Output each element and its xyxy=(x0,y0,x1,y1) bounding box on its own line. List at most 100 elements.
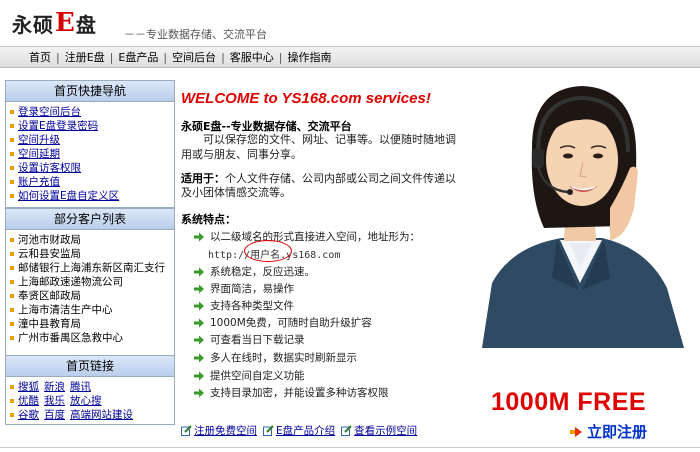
client-item: 云和县安监局 xyxy=(6,247,174,261)
feature-text: 多人在线时，数据实时刷新显示 xyxy=(210,352,357,364)
edit-icon xyxy=(181,425,192,436)
nav-space-admin[interactable]: 空间后台 xyxy=(167,49,221,65)
link-fangxinsou[interactable]: 放心搜 xyxy=(70,394,102,408)
feature-item: 多人在线时，数据实时刷新显示 xyxy=(194,350,357,365)
arrow-right-icon xyxy=(194,335,204,344)
quick-nav-item[interactable]: 登录空间后台 xyxy=(6,105,174,119)
feature-item: 支持目录加密，并能设置多种访客权限 xyxy=(194,385,389,400)
quick-nav-item[interactable]: 账户充值 xyxy=(6,175,174,189)
client-item: 上海市清洁生产中心 xyxy=(6,303,174,317)
bullet-icon xyxy=(10,238,14,242)
site-logo[interactable]: 永硕 E 盘 xyxy=(12,8,97,38)
bullet-icon xyxy=(10,336,14,340)
quick-nav-link[interactable]: 空间延期 xyxy=(18,147,60,161)
nav-home[interactable]: 首页 xyxy=(24,49,56,65)
link-sina[interactable]: 新浪 xyxy=(44,380,65,394)
client-list-box: 部分客户列表 河池市财政局 云和县安监局 邮储银行上海浦东新区南汇支行 上海邮政速递物… xyxy=(5,208,175,356)
bullet-icon xyxy=(10,280,14,284)
suitable-for: 适用于：个人文件存储、公司内部或公司之间文件传递以及小团体情感交流等。 xyxy=(181,172,466,200)
bullet-icon xyxy=(10,294,14,298)
feature-text: 可查看当日下载记录 xyxy=(210,334,305,346)
bullet-icon xyxy=(10,124,14,128)
bottom-link-products[interactable]: E盘产品介绍 xyxy=(263,423,335,438)
client-name: 奉贤区邮政局 xyxy=(18,290,81,302)
feature-text: 1000M免费，可随时自助升级扩容 xyxy=(210,317,372,329)
register-now-label: 立即注册 xyxy=(587,423,648,441)
free-space-promo: 1000M FREE xyxy=(491,388,647,416)
client-name: 河池市财政局 xyxy=(18,234,81,246)
quick-nav-item[interactable]: 如何设置E盘自定义区 xyxy=(6,189,174,203)
bullet-icon xyxy=(10,252,14,256)
feature-text: 系统稳定，反应迅速。 xyxy=(210,266,315,278)
nav-support[interactable]: 客服中心 xyxy=(225,49,279,65)
client-item: 上海邮政速递物流公司 xyxy=(6,275,174,289)
client-name: 上海市清洁生产中心 xyxy=(18,304,113,316)
client-item: 广州市番禺区急救中心 xyxy=(6,331,174,345)
quick-nav-link[interactable]: 设置E盘登录密码 xyxy=(18,119,98,133)
features-title: 系统特点： xyxy=(181,213,236,226)
nav-products[interactable]: E盘产品 xyxy=(113,49,163,65)
suitable-label: 适用于： xyxy=(181,172,225,185)
quick-nav-link[interactable]: 如何设置E盘自定义区 xyxy=(18,189,119,203)
client-item: 邮储银行上海浦东新区南汇支行 xyxy=(6,261,174,275)
feature-item: 以二级域名的形式直接进入空间，地址形为： xyxy=(194,229,420,244)
feature-item: 系统稳定，反应迅速。 xyxy=(194,264,315,279)
welcome-heading: WELCOME to YS168.com services! xyxy=(181,90,431,107)
bottom-link-example[interactable]: 查看示例空间 xyxy=(341,423,417,438)
bullet-icon xyxy=(10,110,14,114)
nav-register[interactable]: 注册E盘 xyxy=(60,49,110,65)
client-name: 邮储银行上海浦东新区南汇支行 xyxy=(18,262,165,274)
arrow-right-icon xyxy=(194,232,204,241)
bullet-icon xyxy=(10,180,14,184)
quick-nav-link[interactable]: 设置访客权限 xyxy=(18,161,81,175)
quick-nav-box: 首页快捷导航 登录空间后台 设置E盘登录密码 空间升级 空间延期 设置访客权限 账户充值如… xyxy=(5,80,175,208)
arrow-right-icon xyxy=(194,318,204,327)
link-sohu[interactable]: 搜狐 xyxy=(18,380,39,394)
feature-text: 以二级域名的形式直接进入空间，地址形为： xyxy=(210,231,420,243)
quick-nav-link[interactable]: 账户充值 xyxy=(18,175,60,189)
feature-text: 支持目录加密，并能设置多种访客权限 xyxy=(210,387,389,399)
username-highlight-circle xyxy=(244,240,292,262)
arrow-right-icon xyxy=(194,301,204,310)
bullet-icon xyxy=(10,385,14,389)
link-youku[interactable]: 优酷 xyxy=(18,394,39,408)
link-tencent[interactable]: 腾讯 xyxy=(70,380,91,394)
quick-nav-item[interactable]: 空间升级 xyxy=(6,133,174,147)
arrow-right-icon xyxy=(194,267,204,276)
quick-nav-item[interactable]: 设置访客权限 xyxy=(6,161,174,175)
slogan: －－专业数据存储、交流平台 xyxy=(124,28,267,41)
feature-text: 界面简洁，易操作 xyxy=(210,283,294,295)
quick-nav-item[interactable]: 设置E盘登录密码 xyxy=(6,119,174,133)
bullet-icon xyxy=(10,138,14,142)
client-item: 潼中县教育局 xyxy=(6,317,174,331)
main-nav: 首页 | 注册E盘 | E盘产品 | 空间后台 | 客服中心 | 操作指南 xyxy=(0,46,700,68)
quick-nav-link[interactable]: 登录空间后台 xyxy=(18,105,81,119)
feature-item: 可查看当日下载记录 xyxy=(194,332,305,347)
feature-text: 支持各种类型文件 xyxy=(210,300,294,312)
client-name: 上海邮政速递物流公司 xyxy=(18,276,123,288)
feature-item: 1000M免费，可随时自助升级扩容 xyxy=(194,315,372,330)
nav-guide[interactable]: 操作指南 xyxy=(283,49,337,65)
feature-item: 界面简洁，易操作 xyxy=(194,281,294,296)
link-56[interactable]: 我乐 xyxy=(44,394,65,408)
link-row: 谷歌 百度 高端网站建设 xyxy=(6,408,174,422)
bottom-link-register[interactable]: 注册免费空间 xyxy=(181,423,257,438)
bullet-icon xyxy=(10,166,14,170)
logo-text-2: 盘 xyxy=(75,12,97,37)
link-row: 优酷 我乐 放心搜 xyxy=(6,394,174,408)
feature-item: 提供空间自定义功能 xyxy=(194,368,305,383)
quick-nav-title: 首页快捷导航 xyxy=(6,81,174,102)
link-baidu[interactable]: 百度 xyxy=(44,408,65,422)
client-name: 潼中县教育局 xyxy=(18,318,81,330)
quick-nav-link[interactable]: 空间升级 xyxy=(18,133,60,147)
link-google[interactable]: 谷歌 xyxy=(18,408,39,422)
feature-text: 提供空间自定义功能 xyxy=(210,370,305,382)
bottom-links: 注册免费空间 E盘产品介绍 查看示例空间 xyxy=(181,423,423,438)
register-now-button[interactable]: 立即注册 xyxy=(570,421,647,442)
bullet-icon xyxy=(10,152,14,156)
quick-nav-item[interactable]: 空间延期 xyxy=(6,147,174,161)
bullet-icon xyxy=(10,308,14,312)
links-box: 首页链接 搜狐 新浪 腾讯 优酷 我乐 放心搜 谷歌 百度 高端网站建设 xyxy=(5,355,175,425)
links-title: 首页链接 xyxy=(6,356,174,377)
link-web-design[interactable]: 高端网站建设 xyxy=(70,408,133,422)
